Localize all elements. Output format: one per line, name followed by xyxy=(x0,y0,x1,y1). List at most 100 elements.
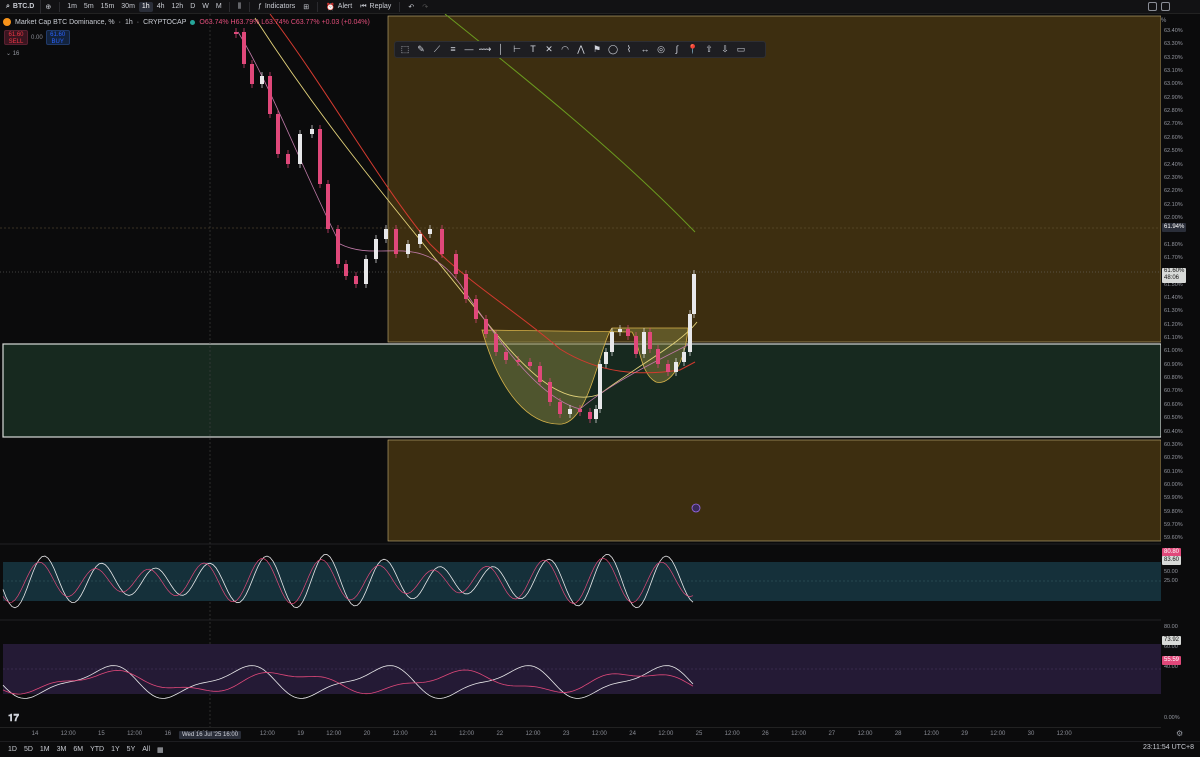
pin-icon[interactable]: 📍 xyxy=(687,44,699,55)
polyline-icon[interactable]: ⌇ xyxy=(623,44,635,55)
path-icon[interactable]: ⟿ xyxy=(479,44,492,55)
range-YTD[interactable]: YTD xyxy=(90,746,104,753)
range-1Y[interactable]: 1Y xyxy=(111,746,120,753)
interval-30m[interactable]: 30m xyxy=(118,2,138,12)
price-tick-label: 61.80% xyxy=(1164,241,1183,248)
time-tick-label: 12:00 xyxy=(791,731,807,737)
alert-button[interactable]: ⏰ Alert xyxy=(322,3,356,11)
compare-button[interactable]: ⊕ xyxy=(41,3,55,11)
candle-body xyxy=(354,276,358,284)
range-5D[interactable]: 5D xyxy=(24,746,33,753)
fullscreen-icon[interactable] xyxy=(1161,2,1170,11)
redo-button[interactable]: ↷ xyxy=(418,3,432,11)
indicators-button[interactable]: ƒ Indicators xyxy=(254,3,299,10)
price-tick-label: 59.70% xyxy=(1164,521,1183,528)
callout-icon[interactable]: ▭ xyxy=(735,44,747,55)
vertical-line-icon[interactable]: │ xyxy=(495,44,507,55)
calendar-icon[interactable]: ▦ xyxy=(157,746,164,754)
interval-12h[interactable]: 12h xyxy=(169,2,187,12)
crosshair-price-tag: 61.94% xyxy=(1162,223,1187,232)
interval-1h[interactable]: 1h xyxy=(138,1,153,12)
circle-icon[interactable]: ◎ xyxy=(655,44,667,55)
interval-W[interactable]: W xyxy=(199,2,212,12)
time-tick-label: 15 xyxy=(98,731,105,737)
last-price-value: 61.60% xyxy=(1164,268,1185,274)
price-tick-label: 63.20% xyxy=(1164,54,1183,61)
undo-button[interactable]: ↶ xyxy=(404,3,418,11)
sell-label: SELL xyxy=(8,39,24,45)
candle-body xyxy=(374,239,378,259)
time-tick-label: 12:00 xyxy=(459,731,475,737)
layout-icon[interactable] xyxy=(1148,2,1157,11)
main-chart[interactable] xyxy=(0,14,1161,741)
text-icon[interactable]: T xyxy=(527,44,539,55)
replay-button[interactable]: ⏮ Replay xyxy=(356,3,395,11)
price-tick-label: 63.00% xyxy=(1164,81,1183,88)
arrow-down-icon[interactable]: ⇩ xyxy=(719,44,731,55)
time-tick-label: 27 xyxy=(828,731,836,737)
arrow-up-icon[interactable]: ⇧ xyxy=(703,44,715,55)
buy-button[interactable]: 61.60 BUY xyxy=(45,30,70,45)
chevron-down-icon: ⌄ xyxy=(6,51,13,57)
price-tick-label: 61.00% xyxy=(1164,348,1183,355)
sell-button[interactable]: 61.60 SELL xyxy=(4,30,28,45)
templates-button[interactable]: ⊞ xyxy=(299,3,313,11)
time-axis-settings[interactable]: ⚙ xyxy=(1176,729,1183,738)
event-marker-icon[interactable] xyxy=(691,503,701,513)
ellipse-icon[interactable]: ◯ xyxy=(607,44,619,55)
search-icon: ⌕ xyxy=(6,2,10,10)
candle-body xyxy=(440,229,444,254)
time-tick-label: 26 xyxy=(762,731,769,737)
price-tick-label: 60.30% xyxy=(1164,441,1183,448)
candle-body xyxy=(528,362,532,366)
legend-sep: · xyxy=(136,18,140,26)
horizontal-line-icon[interactable]: — xyxy=(463,44,475,55)
brush-icon[interactable]: ✎ xyxy=(415,44,427,55)
interval-group: 1m 5m 15m 30m 1h 4h 12h D W M xyxy=(64,1,225,12)
pane-tick-label: 50.00 xyxy=(1164,569,1178,575)
redo-icon: ↷ xyxy=(422,3,429,11)
symbol-search[interactable]: ⌕ BTC.D xyxy=(0,0,42,14)
indicators-label: Indicators xyxy=(264,3,296,10)
interval-1m[interactable]: 1m xyxy=(64,2,80,12)
flag-icon[interactable]: ⚑ xyxy=(591,44,603,55)
trendline-icon[interactable]: ⟋ xyxy=(431,44,443,55)
curve-icon[interactable]: ∫ xyxy=(671,44,683,55)
time-tick-label: 12:00 xyxy=(525,731,541,737)
price-tick-label: 62.10% xyxy=(1164,201,1183,208)
interval-M[interactable]: M xyxy=(213,2,225,12)
range-3M[interactable]: 3M xyxy=(57,746,67,753)
candle-body xyxy=(318,129,322,184)
sell-price: 61.60 xyxy=(8,32,24,38)
interval-4h[interactable]: 4h xyxy=(154,2,168,12)
range-5Y[interactable]: 5Y xyxy=(127,746,136,753)
divider xyxy=(228,1,230,12)
settings-icon: ⚙ xyxy=(1176,729,1184,738)
arc-icon[interactable]: ◠ xyxy=(559,44,571,55)
rect-select-icon[interactable]: ⬚ xyxy=(399,44,411,55)
interval-D[interactable]: D xyxy=(187,2,198,12)
time-axis[interactable]: 1412:001512:001612:001812:001912:002012:… xyxy=(0,727,1161,741)
range-All[interactable]: All xyxy=(142,746,150,753)
candle-body xyxy=(610,332,614,352)
tradingview-logo-icon[interactable]: 𝟏𝟕 xyxy=(8,713,19,724)
parallel-channel-icon[interactable]: ≡ xyxy=(447,44,459,55)
price-axis[interactable]: 63.40% 63.30% 63.20% 63.10% 63.00% 62.90% 62.8… xyxy=(1161,28,1200,728)
pattern-icon[interactable]: ⋀ xyxy=(575,44,587,55)
interval-5m[interactable]: 5m xyxy=(81,2,97,12)
candle-body xyxy=(394,229,398,254)
range-icon[interactable]: ⊢ xyxy=(511,44,523,55)
measure-icon[interactable]: ↔ xyxy=(639,44,651,55)
chart-type-button[interactable]: ⫼ xyxy=(234,3,245,11)
range-1M[interactable]: 1M xyxy=(40,746,50,753)
candle-body xyxy=(692,274,696,314)
crossline-icon[interactable]: ✕ xyxy=(543,44,555,55)
range-6M[interactable]: 6M xyxy=(73,746,83,753)
interval-15m[interactable]: 15m xyxy=(98,2,118,12)
price-axis-unit[interactable]: % xyxy=(1161,18,1166,24)
price-tick-label: 62.70% xyxy=(1164,121,1183,128)
candle-body xyxy=(648,332,652,349)
range-1D[interactable]: 1D xyxy=(8,746,17,753)
indicator-toggle[interactable]: ⌄ 16 xyxy=(6,50,19,57)
time-tick-label: 30 xyxy=(1027,731,1035,737)
